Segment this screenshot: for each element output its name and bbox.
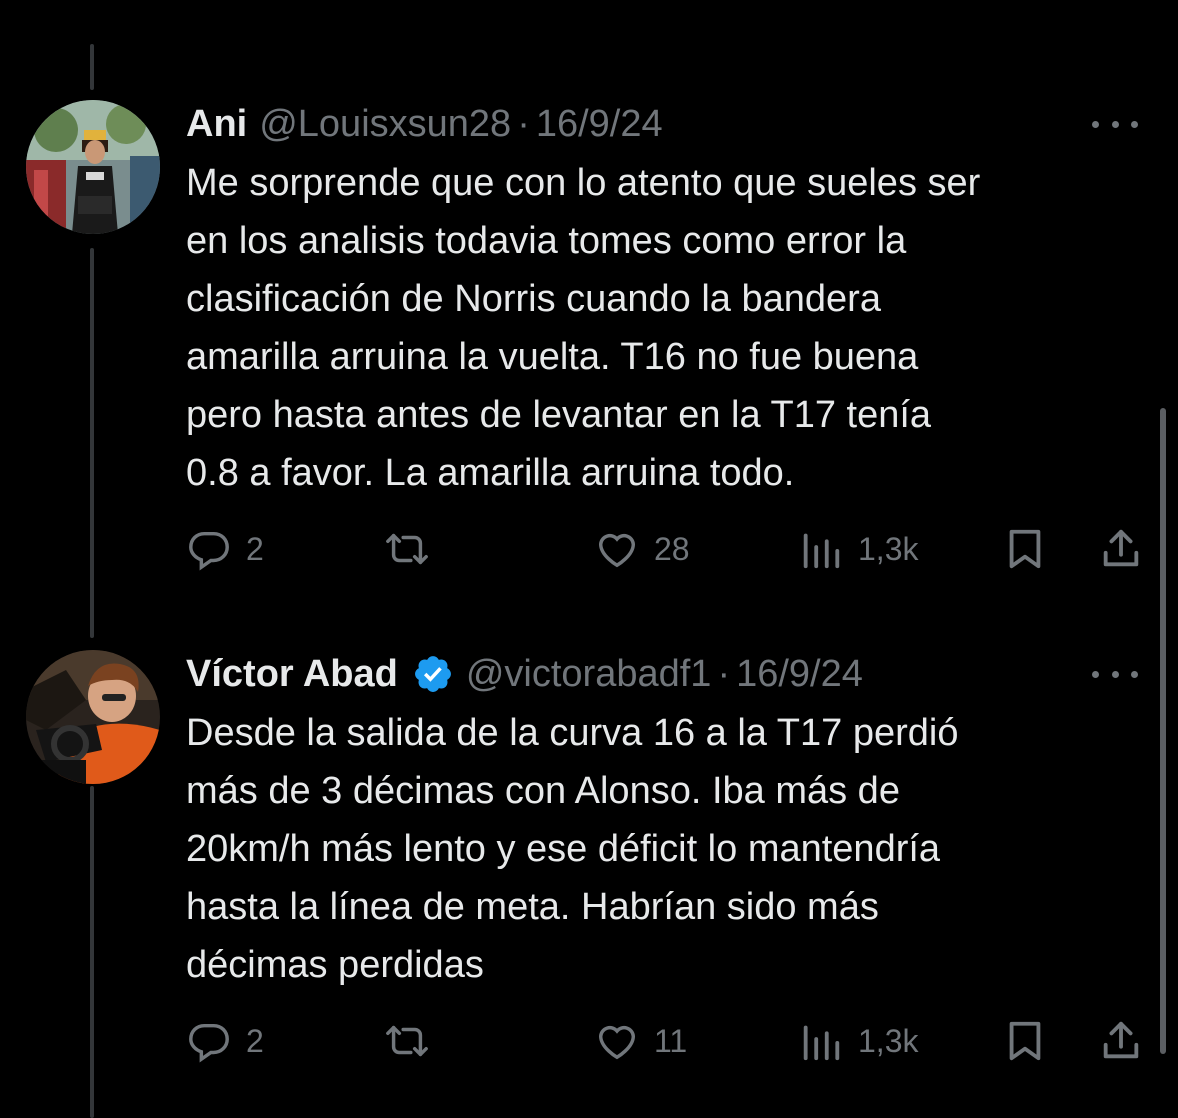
retweet-icon — [386, 1025, 428, 1057]
tweet-header: Ani @Louisxsun28 · 16/9/24 — [186, 100, 1138, 148]
like-count: 11 — [654, 1022, 688, 1059]
tweet-header: Víctor Abad @victorabadf1 · 16/9/24 — [186, 650, 1138, 698]
author-handle[interactable]: @victorabadf1 — [466, 653, 712, 696]
bookmark-button[interactable] — [1002, 524, 1048, 574]
reply-icon — [189, 531, 229, 571]
thread-line-middle — [90, 248, 94, 638]
separator: · — [717, 652, 731, 695]
avatar-photo-racing-fan-icon — [26, 100, 160, 234]
share-button[interactable] — [1098, 524, 1144, 574]
thread-line-top — [90, 44, 94, 90]
share-button[interactable] — [1098, 1016, 1144, 1066]
verified-badge-icon — [414, 656, 451, 692]
more-options-icon[interactable] — [1092, 664, 1138, 684]
bookmark-button[interactable] — [1002, 1016, 1048, 1066]
avatar-photo-simulator-icon — [26, 650, 160, 784]
reply-icon — [189, 1023, 229, 1063]
tweet-date[interactable]: 16/9/24 — [736, 653, 863, 696]
tweet-text: Me sorprende que con lo atento que suele… — [186, 162, 981, 494]
reply-button[interactable]: 2 — [186, 524, 264, 574]
bookmark-icon — [1009, 1021, 1041, 1061]
views-icon — [803, 1025, 840, 1061]
bookmark-icon — [1009, 529, 1041, 569]
reply-count: 2 — [246, 1022, 264, 1059]
tweet-actions: 2 11 1,3k — [186, 1016, 1148, 1066]
heart-icon — [598, 1025, 636, 1060]
thread-line-bottom — [90, 786, 94, 1118]
scrollbar[interactable] — [1160, 408, 1166, 1054]
view-count: 1,3k — [858, 1022, 919, 1059]
tweet-actions: 2 28 1,3k — [186, 524, 1148, 574]
tweet-date[interactable]: 16/9/24 — [536, 103, 663, 146]
more-options-icon[interactable] — [1092, 114, 1138, 134]
retweet-button[interactable] — [384, 1016, 444, 1066]
avatar[interactable] — [26, 100, 160, 234]
like-count: 28 — [654, 530, 690, 567]
retweet-icon — [386, 533, 428, 565]
view-count: 1,3k — [858, 530, 919, 567]
separator: · — [517, 102, 530, 145]
views-button[interactable]: 1,3k — [798, 524, 918, 574]
reply-button[interactable]: 2 — [186, 1016, 264, 1066]
views-button[interactable]: 1,3k — [798, 1016, 918, 1066]
heart-icon — [598, 533, 636, 568]
tweet-text: Desde la salida de la curva 16 a la T17 … — [186, 712, 959, 986]
author-name[interactable]: Ani — [186, 103, 247, 146]
author-name[interactable]: Víctor Abad — [186, 653, 398, 696]
share-icon — [1103, 529, 1139, 567]
like-button[interactable]: 11 — [594, 1016, 687, 1066]
views-icon — [803, 533, 840, 569]
avatar[interactable] — [26, 650, 160, 784]
like-button[interactable]: 28 — [594, 524, 690, 574]
share-icon — [1103, 1021, 1139, 1059]
author-handle[interactable]: @Louisxsun28 — [259, 103, 511, 146]
retweet-button[interactable] — [384, 524, 444, 574]
reply-count: 2 — [246, 530, 264, 567]
